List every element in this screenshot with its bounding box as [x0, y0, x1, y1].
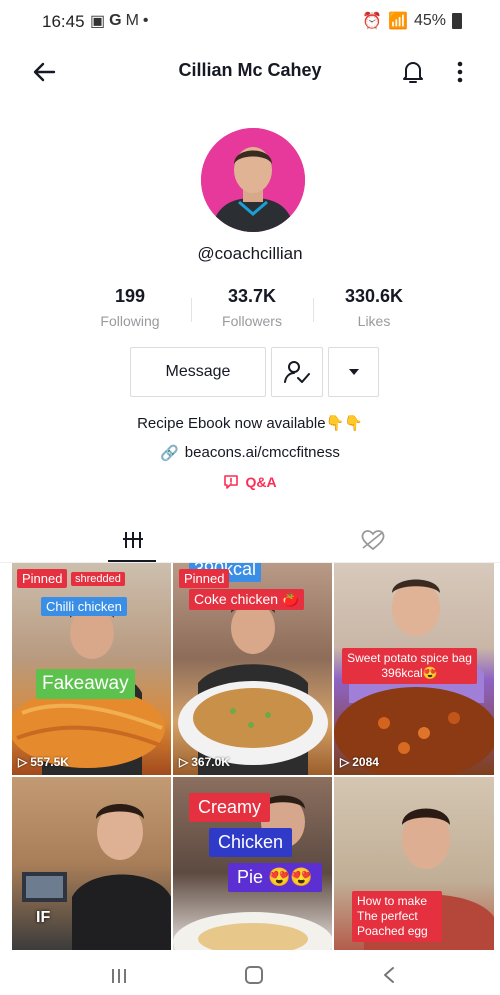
qa-label: Q&A [245, 474, 277, 490]
video-tag: Sweet potato spice bag 396kcal😍 [342, 648, 477, 684]
gallery-icon: ▣ [90, 13, 106, 30]
qa-button[interactable]: Q&A [0, 474, 500, 490]
video-caption: Creamy [189, 793, 271, 822]
stat-value: 199 [114, 286, 146, 306]
following-status-button[interactable] [271, 347, 323, 397]
play-icon: ▷ [18, 755, 28, 769]
username: @coachcillian [197, 244, 303, 263]
view-count: ▷ 367.0K [179, 755, 230, 769]
more-options-icon[interactable] [450, 58, 470, 86]
battery-percent: 45% [413, 12, 446, 29]
video-tile[interactable]: Pinned shredded Chilli chicken Fakeaway … [12, 563, 171, 775]
stat-followers[interactable]: 33.7K Followers [182, 286, 322, 329]
stat-label: Likes [357, 313, 391, 329]
video-tag: shredded [71, 572, 125, 586]
caret-down-icon [348, 369, 359, 375]
video-caption: IF [36, 909, 51, 926]
status-bar: 16:45 ▣ G M • ⏰ 📶 45% [0, 0, 500, 42]
video-tag: Chilli chicken [41, 597, 127, 616]
video-caption: Fakeaway [36, 669, 135, 699]
status-notification-icons: ▣ G M • [90, 11, 149, 31]
stat-likes[interactable]: 330.6K Likes [304, 286, 444, 329]
qa-icon [224, 475, 239, 489]
wifi-icon: 📶 [388, 13, 408, 30]
liked-videos-tab-icon[interactable] [360, 529, 386, 551]
stat-value: 330.6K [344, 286, 404, 306]
system-nav-bar [0, 950, 500, 995]
view-count: ▷ 557.5K [18, 755, 69, 769]
bio-text: Recipe Ebook now available👇👇 [137, 415, 363, 432]
pinned-badge: Pinned [17, 569, 68, 588]
top-nav: Cillian Mc Cahey [0, 48, 500, 96]
stat-value: 33.7K [227, 286, 277, 306]
status-system-icons: ⏰ 📶 45% [362, 11, 462, 31]
bell-icon[interactable] [400, 58, 426, 86]
video-tile[interactable]: Creamy Chicken Pie 😍😍 [173, 777, 332, 951]
video-tile[interactable]: Sweet potato spice bag 396kcal😍 ▷ 2084 [334, 563, 494, 775]
bio-link[interactable]: 🔗 beacons.ai/cmccfitness [0, 444, 500, 462]
video-tile[interactable]: How to make The perfect Poached egg [334, 777, 494, 951]
videos-grid-tab-icon[interactable] [122, 530, 144, 550]
video-tag: Coke chicken 🍅 [189, 589, 305, 610]
stat-label: Following [100, 313, 160, 329]
bio-link-text[interactable]: beacons.ai/cmccfitness [185, 444, 340, 462]
status-time: 16:45 [42, 12, 85, 31]
dot-icon: • [142, 12, 149, 29]
avatar[interactable] [201, 128, 305, 232]
message-button[interactable]: Message [130, 347, 266, 397]
link-icon: 🔗 [160, 445, 179, 462]
video-tile[interactable]: 390kcal Pinned Coke chicken 🍅 ▷ 367.0K [173, 563, 332, 775]
video-caption: Pie 😍😍 [228, 863, 322, 892]
user-check-icon [284, 361, 310, 383]
pinned-badge: Pinned [179, 569, 230, 588]
stat-following[interactable]: 199 Following [60, 286, 200, 329]
recent-apps-icon[interactable] [110, 968, 128, 984]
stat-label: Followers [222, 313, 282, 329]
suggested-accounts-button[interactable] [328, 347, 379, 397]
view-count: ▷ 2084 [340, 755, 379, 769]
video-caption: Chicken [209, 828, 293, 857]
avatar-photo [201, 128, 305, 232]
gmail-icon: M [125, 12, 139, 29]
system-back-icon[interactable] [382, 966, 396, 984]
battery-icon [452, 13, 462, 29]
google-icon: G [109, 12, 122, 29]
alarm-icon: ⏰ [362, 13, 383, 30]
play-icon: ▷ [340, 755, 350, 769]
video-tile[interactable]: IF [12, 777, 171, 951]
video-tag: How to make The perfect Poached egg [352, 891, 442, 942]
home-icon[interactable] [245, 966, 263, 984]
play-icon: ▷ [179, 755, 189, 769]
